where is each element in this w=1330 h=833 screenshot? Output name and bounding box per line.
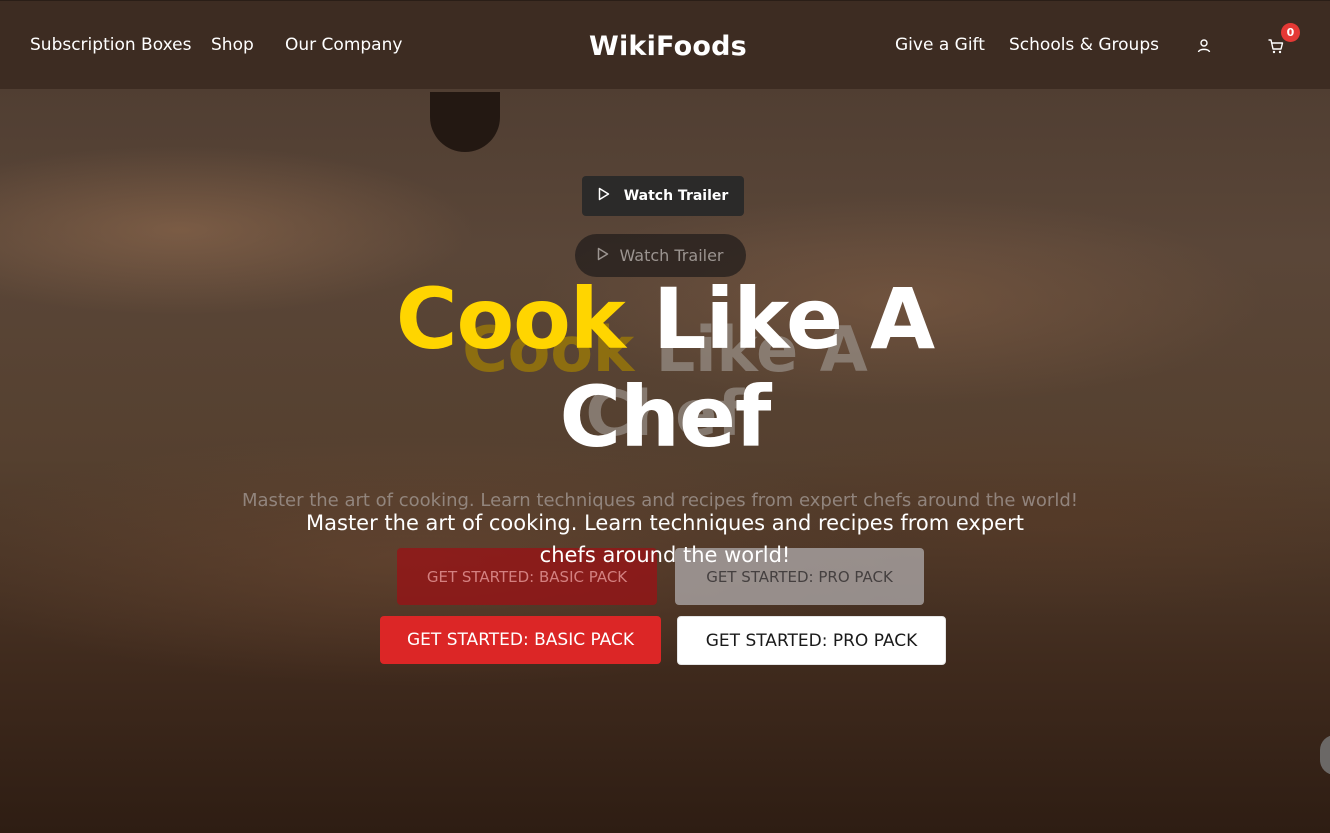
play-icon: [597, 246, 609, 265]
get-started-pro-button[interactable]: GET STARTED: PRO PACK: [677, 616, 946, 665]
get-started-basic-button[interactable]: GET STARTED: BASIC PACK: [380, 616, 661, 664]
brand-logo[interactable]: WikiFoods: [589, 31, 747, 62]
cart-count-badge: 0: [1281, 23, 1300, 42]
nav-link-our-company[interactable]: Our Company: [285, 35, 402, 55]
hero-title-accent: Cook: [395, 270, 626, 368]
watch-trailer-label: Watch Trailer: [623, 188, 729, 204]
nav-link-shop[interactable]: Shop: [211, 35, 254, 55]
watch-trailer-button[interactable]: Watch Trailer: [582, 176, 744, 216]
nav-link-subscription-boxes[interactable]: Subscription Boxes: [30, 35, 191, 55]
user-icon[interactable]: [1195, 37, 1215, 57]
watch-trailer-ghost-label: Watch Trailer: [619, 246, 724, 265]
hero-title: Cook Like A Chef: [360, 270, 970, 466]
play-icon: [598, 187, 610, 205]
nav-link-give-a-gift[interactable]: Give a Gift: [895, 35, 985, 55]
top-navbar: Subscription Boxes Shop Our Company Wiki…: [0, 0, 1330, 89]
hero-subtitle: Master the art of cooking. Learn techniq…: [306, 511, 1024, 567]
nav-link-schools-groups[interactable]: Schools & Groups: [1009, 35, 1159, 55]
